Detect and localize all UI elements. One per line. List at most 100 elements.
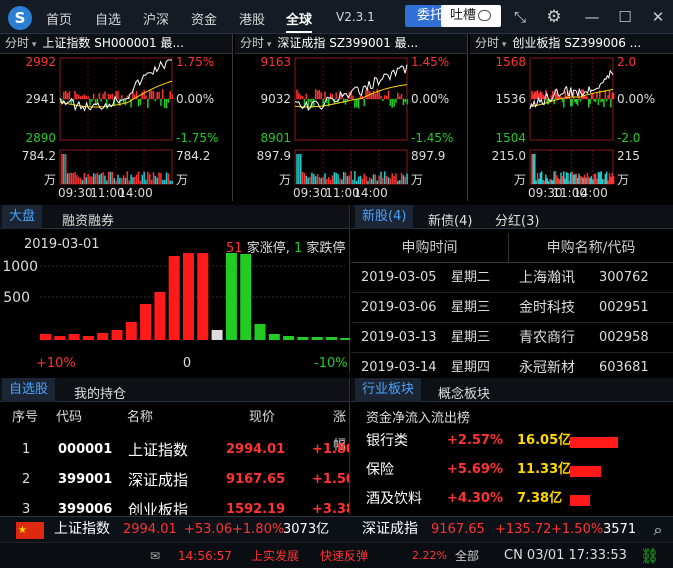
status-clock: CN 03/01 17:33:53 [504,548,627,563]
row-price: 9167.65 [226,472,286,487]
minute-chart-svg: 2992 2941 2890 1.75% 0.00% -1.75% 784.2 784.2 万 万… [22,55,219,200]
ipo-code: 002951 [599,300,649,315]
message-icon[interactable]: ✉ [150,543,160,568]
distribution-bar [140,304,152,340]
y-low: 2890 [25,131,56,145]
vol-max-right: 784.2 [176,149,210,163]
row-code: 000001 [58,442,113,457]
top-bar: S 首页 自选 沪深 资金 港股 全球 V2.3.1 委托 吐槽 ⤡ ⚙ — ☐… [0,0,673,34]
market-overview-panel: 大盘 融资融券 2019-03-01 51 家涨停, 1 家跌停 1000 500… [0,205,350,373]
sector-flow-bar [570,495,590,506]
nav-home[interactable]: 首页 [46,9,72,28]
pct-low: -1.75% [176,131,218,145]
ipo-header-date: 申购时间 [351,233,509,263]
sector-amount: 7.38亿 [517,491,563,506]
period-selector[interactable]: 分时 [5,36,29,50]
sector-tabs: 行业板块 概念板块 [351,378,673,402]
sector-row[interactable]: 保险 +5.69% 11.33亿 [351,457,673,483]
ticker-name-0[interactable]: 上证指数 [54,517,110,542]
tab-dividends[interactable]: 分红(3) [495,210,539,229]
vol-max: 215.0 [492,149,526,163]
minute-chart-sz[interactable]: 分时 ▾ 深证成指 SZ399001 最... 9163 9032 8901 1.45% 0… [235,34,468,201]
shrink-icon[interactable]: ⤡ [511,8,529,26]
ticker-amt-0: 3073亿 [283,522,330,537]
minute-chart-svg: 9163 9032 8901 1.45% 0.00% -1.45% 897.9 897.9 万 万… [257,55,454,200]
watch-row[interactable]: 2 399001 深证成指 9167.65 +1.50% [0,465,349,495]
distribution-bar [340,338,350,340]
row-code: 399001 [58,472,113,487]
status-msg-signal[interactable]: 快速反弹 [320,543,368,568]
nav-funds[interactable]: 资金 [191,9,217,28]
minute-chart-svg: 1568153615042.00.00%-2.0215.0 215万 万09:301… [492,55,655,200]
tab-market[interactable]: 大盘 [2,205,43,229]
sector-name: 保险 [366,462,394,478]
status-pct: 2.22% [412,549,447,562]
distribution-bar [254,324,266,340]
row-change: +1.50% [312,472,349,487]
gear-icon[interactable]: ⚙ [545,8,563,26]
col-price[interactable]: 现价 [249,404,275,432]
y-low: 1504 [495,131,526,145]
entrust-button[interactable]: 委托 [405,5,443,27]
tab-new-bonds[interactable]: 新债(4) [428,210,472,229]
y-mid: 1536 [495,92,526,106]
nav-shanghai-shenzhen[interactable]: 沪深 [143,9,169,28]
ipo-code: 002958 [599,330,649,345]
nav-hk-stocks[interactable]: 港股 [239,9,265,28]
tab-concept[interactable]: 概念板块 [438,383,490,402]
y-high: 1568 [495,55,526,69]
nav-watchlist[interactable]: 自选 [95,9,121,28]
status-filter-all[interactable]: 全部 [455,543,479,568]
minute-chart-sh[interactable]: 分时 ▾ 上证指数 SH000001 最... 2992 2941 2890 1.75% 0… [0,34,233,201]
vol-unit: 万 [44,173,56,187]
col-name[interactable]: 名称 [127,404,153,432]
watch-row[interactable]: 1 000001 上证指数 2994.01 +1.80% [0,435,349,465]
status-bar: ✉ 14:56:57 上实发展 快速反弹 2.22% 全部 CN 03/01 1… [0,542,673,568]
search-icon[interactable]: ⌕ [643,517,673,542]
sector-row[interactable]: 银行类 +2.57% 16.05亿 [351,428,673,454]
vol-unit-right: 万 [176,173,188,187]
col-no[interactable]: 序号 [12,404,38,432]
tab-my-watchlist[interactable]: 自选股 [2,378,56,402]
col-code[interactable]: 代码 [56,404,82,432]
pct-mid: 0.00% [617,92,655,106]
connection-icon: ⛓ [640,547,660,565]
tab-industry[interactable]: 行业板块 [355,378,422,402]
ticker-name-1[interactable]: 深证成指 [362,517,418,542]
ipo-name: 金时科技 [519,300,575,316]
ipo-row[interactable]: 2019-03-05 星期二 上海瀚讯 300762 [351,263,673,293]
vol-unit: 万 [279,173,291,187]
tab-my-positions[interactable]: 我的持仓 [74,383,126,402]
status-msg-stock[interactable]: 上实发展 [251,543,299,568]
chart-header[interactable]: 分时 ▾ 创业板指 SZ399006 ... [470,34,673,54]
time-label: 14:00 [573,186,608,200]
chart-header[interactable]: 分时 ▾ 上证指数 SH000001 最... [0,34,232,54]
sector-flow-bar [570,466,601,477]
watch-row[interactable]: 3 399006 创业板指 1592.19 +3.38% [0,495,349,515]
tab-new-stocks[interactable]: 新股(4) [355,205,414,229]
close-icon[interactable]: ✕ [649,8,667,26]
distribution-chart: 1000 500 +10% 0 -10% [2,253,350,371]
maximize-icon[interactable]: ☐ [616,8,634,26]
vol-max: 784.2 [22,149,56,163]
minimize-icon[interactable]: — [583,8,601,26]
pct-high: 1.75% [176,55,214,69]
nav-global[interactable]: 全球 [286,9,313,33]
app-logo-icon[interactable]: S [8,6,32,30]
pct-mid: 0.00% [411,92,449,106]
distribution-bar [68,334,80,340]
period-selector[interactable]: 分时 [475,36,499,50]
ipo-weekday: 星期二 [451,270,491,285]
distribution-bar [97,333,109,340]
period-selector[interactable]: 分时 [240,36,264,50]
tab-margin[interactable]: 融资融券 [62,210,114,229]
y-tick-500: 500 [3,290,30,306]
ipo-row[interactable]: 2019-03-13 星期三 青农商行 002958 [351,323,673,353]
feedback-button[interactable]: 吐槽 [441,5,501,27]
ipo-row[interactable]: 2019-03-06 星期三 金时科技 002951 [351,293,673,323]
ticker-chg-1: +135.72 [495,522,552,537]
col-change[interactable]: 涨幅 [333,404,349,453]
minute-chart-cyb[interactable]: 分时 ▾ 创业板指 SZ399006 ... 1568 1536 1504 2.0 0.00… [470,34,673,201]
chart-header[interactable]: 分时 ▾ 深证成指 SZ399001 最... [235,34,467,54]
sector-row[interactable]: 酒及饮料 +4.30% 7.38亿 [351,486,673,512]
